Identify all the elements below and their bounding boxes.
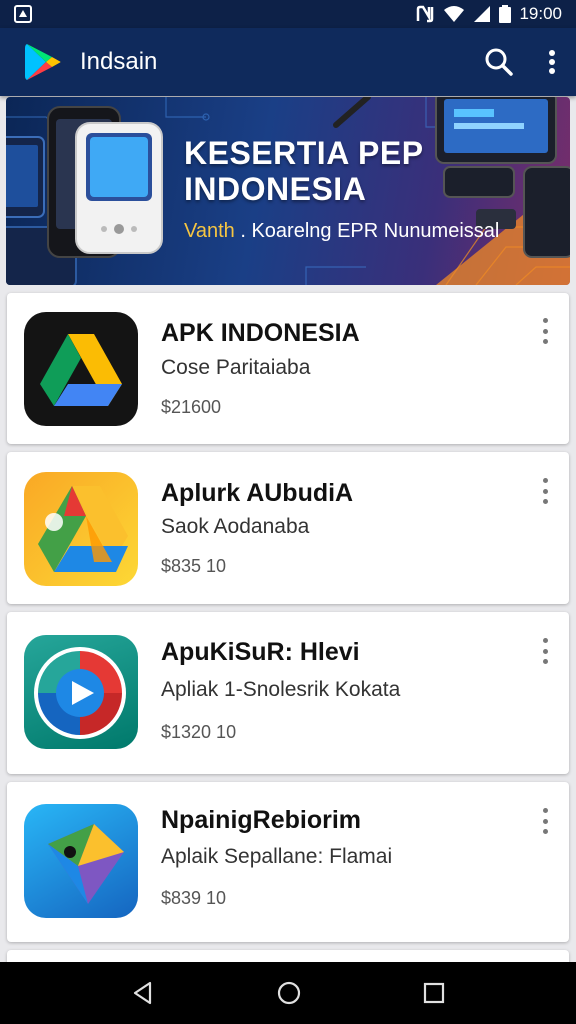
google-drive-icon [24, 312, 138, 426]
app-name: ApuKiSuR: Hlevi [161, 638, 360, 666]
app-list-item[interactable]: APK INDONESIA Cose Paritaiaba $21600 [7, 293, 569, 444]
app-list-item[interactable]: ApuKiSuR: Hlevi Apliak 1-Snolesrik Kokat… [7, 612, 569, 774]
colorful-triangle-app-icon [24, 472, 138, 586]
app-name: APK INDONESIA [161, 319, 360, 347]
app-price: $835 10 [161, 556, 227, 576]
overflow-menu-icon[interactable] [535, 638, 555, 664]
app-name: Aplurk AUbudiA [161, 479, 354, 507]
home-icon[interactable] [276, 980, 302, 1006]
app-price: $21600 [161, 397, 222, 417]
app-subtitle: Saok Aodanaba [161, 515, 310, 538]
banner-subtitle-rest: . Koarelng EPR Nunumeissal [234, 220, 500, 242]
app-price: $839 10 [161, 888, 227, 908]
navigation-bar [0, 962, 576, 1024]
wifi-icon [444, 6, 465, 22]
overflow-menu-icon[interactable] [535, 808, 555, 834]
app-name: NpainigRebiorim [161, 806, 362, 834]
play-store-logo-icon[interactable] [24, 42, 62, 82]
warning-icon [14, 5, 32, 23]
overflow-menu-icon[interactable] [535, 318, 555, 344]
app-subtitle: Apliak 1-Snolesrik Kokata [161, 678, 401, 701]
banner-subtitle: Vanth . Koarelng EPR Nunumeissal [184, 220, 499, 243]
status-bar: 19:00 [0, 0, 576, 28]
bird-app-icon [24, 804, 138, 918]
app-list-item[interactable]: Aplurk AUbudiA Saok Aodanaba $835 10 [7, 452, 569, 604]
app-price: $1320 10 [161, 722, 237, 742]
back-icon[interactable] [130, 980, 156, 1006]
status-time: 19:00 [519, 4, 562, 23]
app-subtitle: Cose Paritaiaba [161, 356, 311, 379]
overflow-menu-icon[interactable] [535, 478, 555, 504]
battery-icon [499, 5, 512, 23]
search-icon[interactable] [484, 47, 514, 77]
nfc-icon [417, 5, 434, 23]
app-bar: Indsain [0, 28, 576, 96]
recents-icon[interactable] [422, 981, 446, 1005]
app-title: Indsain [80, 48, 158, 75]
app-subtitle: Aplaik Sepallane: Flamai [161, 845, 393, 868]
play-video-app-icon [24, 635, 138, 749]
banner-title-line2: INDONESIA [184, 171, 367, 207]
signal-icon [474, 6, 491, 22]
banner-title: KESERTIA PEP INDONESIA [184, 135, 424, 207]
promo-banner[interactable]: KESERTIA PEP INDONESIA Vanth . Koarelng … [6, 97, 570, 285]
banner-subtitle-highlight: Vanth [184, 220, 235, 242]
banner-title-line1: KESERTIA PEP [184, 135, 424, 171]
overflow-menu-icon[interactable] [548, 49, 556, 75]
app-list-item[interactable]: NpainigRebiorim Aplaik Sepallane: Flamai… [7, 782, 569, 942]
